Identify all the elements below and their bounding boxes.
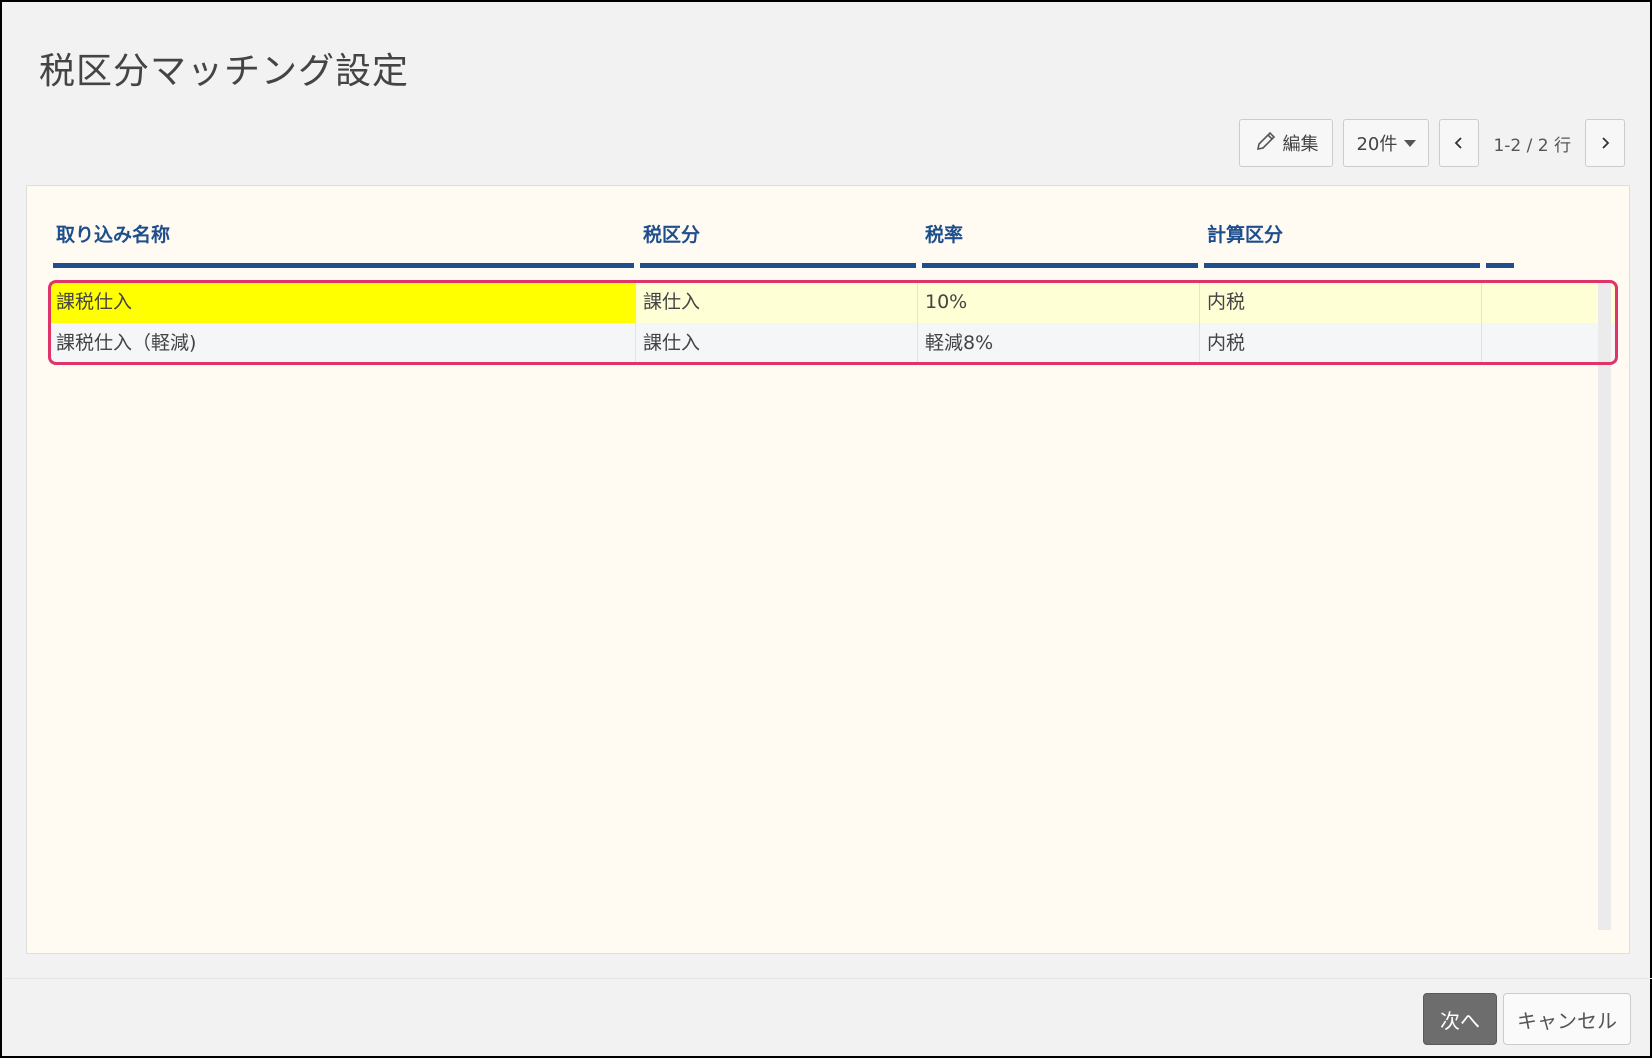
pager-text: 1-2 / 2 行 <box>1493 135 1571 156</box>
dialog-frame: 税区分マッチング設定 編集 20件 1-2 / 2 行 取り込み名称 税区分 税… <box>0 0 1652 1058</box>
page-title: 税区分マッチング設定 <box>39 51 410 92</box>
caret-down-icon <box>1404 139 1417 147</box>
table-panel: 取り込み名称 税区分 税率 計算区分 課税仕入 課仕入 10% 内税 課税仕入（… <box>26 185 1630 954</box>
toolbar: 編集 20件 1-2 / 2 行 <box>1239 119 1625 167</box>
column-header-calc-category[interactable]: 計算区分 <box>1204 216 1480 268</box>
cell-import-name[interactable]: 課税仕入（軽減) <box>49 323 636 364</box>
cell-extra <box>1482 323 1598 364</box>
column-header-tax-rate[interactable]: 税率 <box>922 216 1198 268</box>
rows-per-page-select[interactable]: 20件 <box>1343 119 1430 167</box>
table-body: 課税仕入 課仕入 10% 内税 課税仕入（軽減) 課仕入 軽減8% 内税 <box>49 282 1617 364</box>
column-header-tax-category[interactable]: 税区分 <box>640 216 916 268</box>
cell-tax-rate[interactable]: 軽減8% <box>918 323 1200 364</box>
table-header: 取り込み名称 税区分 税率 計算区分 <box>53 216 1617 268</box>
table-row[interactable]: 課税仕入 課仕入 10% 内税 <box>49 282 1617 323</box>
vertical-scrollbar[interactable] <box>1598 282 1611 930</box>
edit-button[interactable]: 編集 <box>1239 119 1334 167</box>
rows-per-page-value: 20件 <box>1356 134 1398 155</box>
table-row[interactable]: 課税仕入（軽減) 課仕入 軽減8% 内税 <box>49 323 1617 364</box>
footer-divider <box>4 978 1652 979</box>
chevron-right-icon <box>1602 137 1610 149</box>
cell-tax-rate[interactable]: 10% <box>918 282 1200 323</box>
next-page-button[interactable] <box>1585 119 1625 167</box>
edit-button-label: 編集 <box>1282 134 1319 155</box>
cell-tax-category[interactable]: 課仕入 <box>636 323 918 364</box>
cancel-button[interactable]: キャンセル <box>1503 993 1631 1045</box>
cell-tax-category[interactable]: 課仕入 <box>636 282 918 323</box>
prev-page-button[interactable] <box>1439 119 1480 167</box>
column-header-import-name[interactable]: 取り込み名称 <box>53 216 634 268</box>
cell-extra <box>1482 282 1598 323</box>
next-button[interactable]: 次へ <box>1423 993 1497 1045</box>
pencil-icon <box>1254 129 1278 158</box>
cell-calc-category[interactable]: 内税 <box>1200 282 1482 323</box>
chevron-left-icon <box>1455 137 1463 149</box>
cell-calc-category[interactable]: 内税 <box>1200 323 1482 364</box>
column-header-extra <box>1486 216 1514 268</box>
cell-import-name[interactable]: 課税仕入 <box>49 282 636 323</box>
